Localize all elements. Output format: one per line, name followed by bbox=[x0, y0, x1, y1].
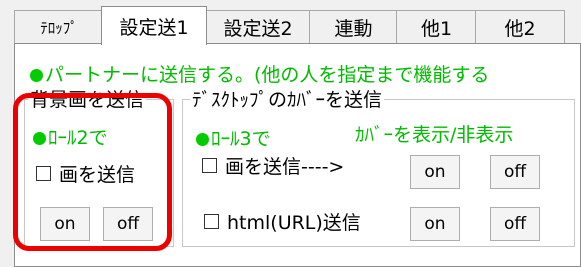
partner-note-text: パートナーに送信する。(他の人を指定まで機能する bbox=[45, 64, 490, 86]
tab-settings-send-2-label: 設定送2 bbox=[223, 18, 293, 40]
background-send-image-label: 画を送信 bbox=[59, 164, 136, 186]
tab-other-1[interactable]: 他1 bbox=[396, 10, 477, 44]
tab-other-1-label: 他1 bbox=[420, 18, 453, 40]
html-send-checkbox[interactable] bbox=[204, 214, 219, 229]
background-role-text: ﾛｰﾙ2で bbox=[48, 127, 108, 149]
background-off-button[interactable]: off bbox=[103, 207, 153, 241]
background-send-image-checkbox-row[interactable]: 画を送信 bbox=[36, 160, 135, 187]
html-on-button[interactable]: on bbox=[410, 207, 460, 241]
cover-off-button[interactable]: off bbox=[490, 155, 540, 189]
tab-telop-label: ﾃﾛｯﾌﾟ bbox=[40, 19, 78, 37]
background-on-button[interactable]: on bbox=[40, 207, 90, 241]
desktop-role-text: ﾛｰﾙ3で bbox=[211, 128, 271, 150]
green-dot-icon bbox=[33, 132, 46, 145]
cover-show-hide-label: ｶﾊﾞｰを表示/非表示 bbox=[355, 124, 514, 146]
tab-other-2[interactable]: 他2 bbox=[475, 10, 565, 44]
desktop-role-label: ﾛｰﾙ3で bbox=[196, 124, 271, 151]
tab-settings-send-2[interactable]: 設定送2 bbox=[205, 10, 311, 44]
html-send-checkbox-row[interactable]: html(URL)送信 bbox=[204, 208, 361, 235]
green-dot-icon bbox=[196, 133, 209, 146]
desktop-send-image-label: 画を送信----> bbox=[225, 156, 345, 178]
tab-link[interactable]: 連動 bbox=[309, 10, 398, 44]
tab-settings-send-1-label: 設定送1 bbox=[119, 16, 189, 39]
background-send-image-checkbox[interactable] bbox=[36, 166, 51, 181]
html-off-button[interactable]: off bbox=[490, 207, 540, 241]
partner-note: パートナーに送信する。(他の人を指定まで機能する bbox=[30, 60, 489, 87]
tab-link-label: 連動 bbox=[334, 18, 373, 40]
desktop-send-image-checkbox[interactable] bbox=[202, 158, 217, 173]
html-send-label: html(URL)送信 bbox=[227, 212, 361, 234]
desktop-cover-group-title: ﾃﾞｽｸﾄｯﾌﾟのｶﾊﾞｰを送信 bbox=[190, 89, 385, 111]
background-role-label: ﾛｰﾙ2で bbox=[33, 123, 108, 150]
desktop-send-image-checkbox-row[interactable]: 画を送信----> bbox=[202, 152, 344, 179]
tab-telop[interactable]: ﾃﾛｯﾌﾟ bbox=[14, 10, 104, 44]
cover-on-button[interactable]: on bbox=[410, 155, 460, 189]
tab-other-2-label: 他2 bbox=[504, 18, 536, 40]
background-group-title: 背景画を送信 bbox=[28, 89, 147, 111]
green-dot-icon bbox=[30, 69, 43, 82]
tab-settings-send-1[interactable]: 設定送1 bbox=[101, 6, 207, 45]
